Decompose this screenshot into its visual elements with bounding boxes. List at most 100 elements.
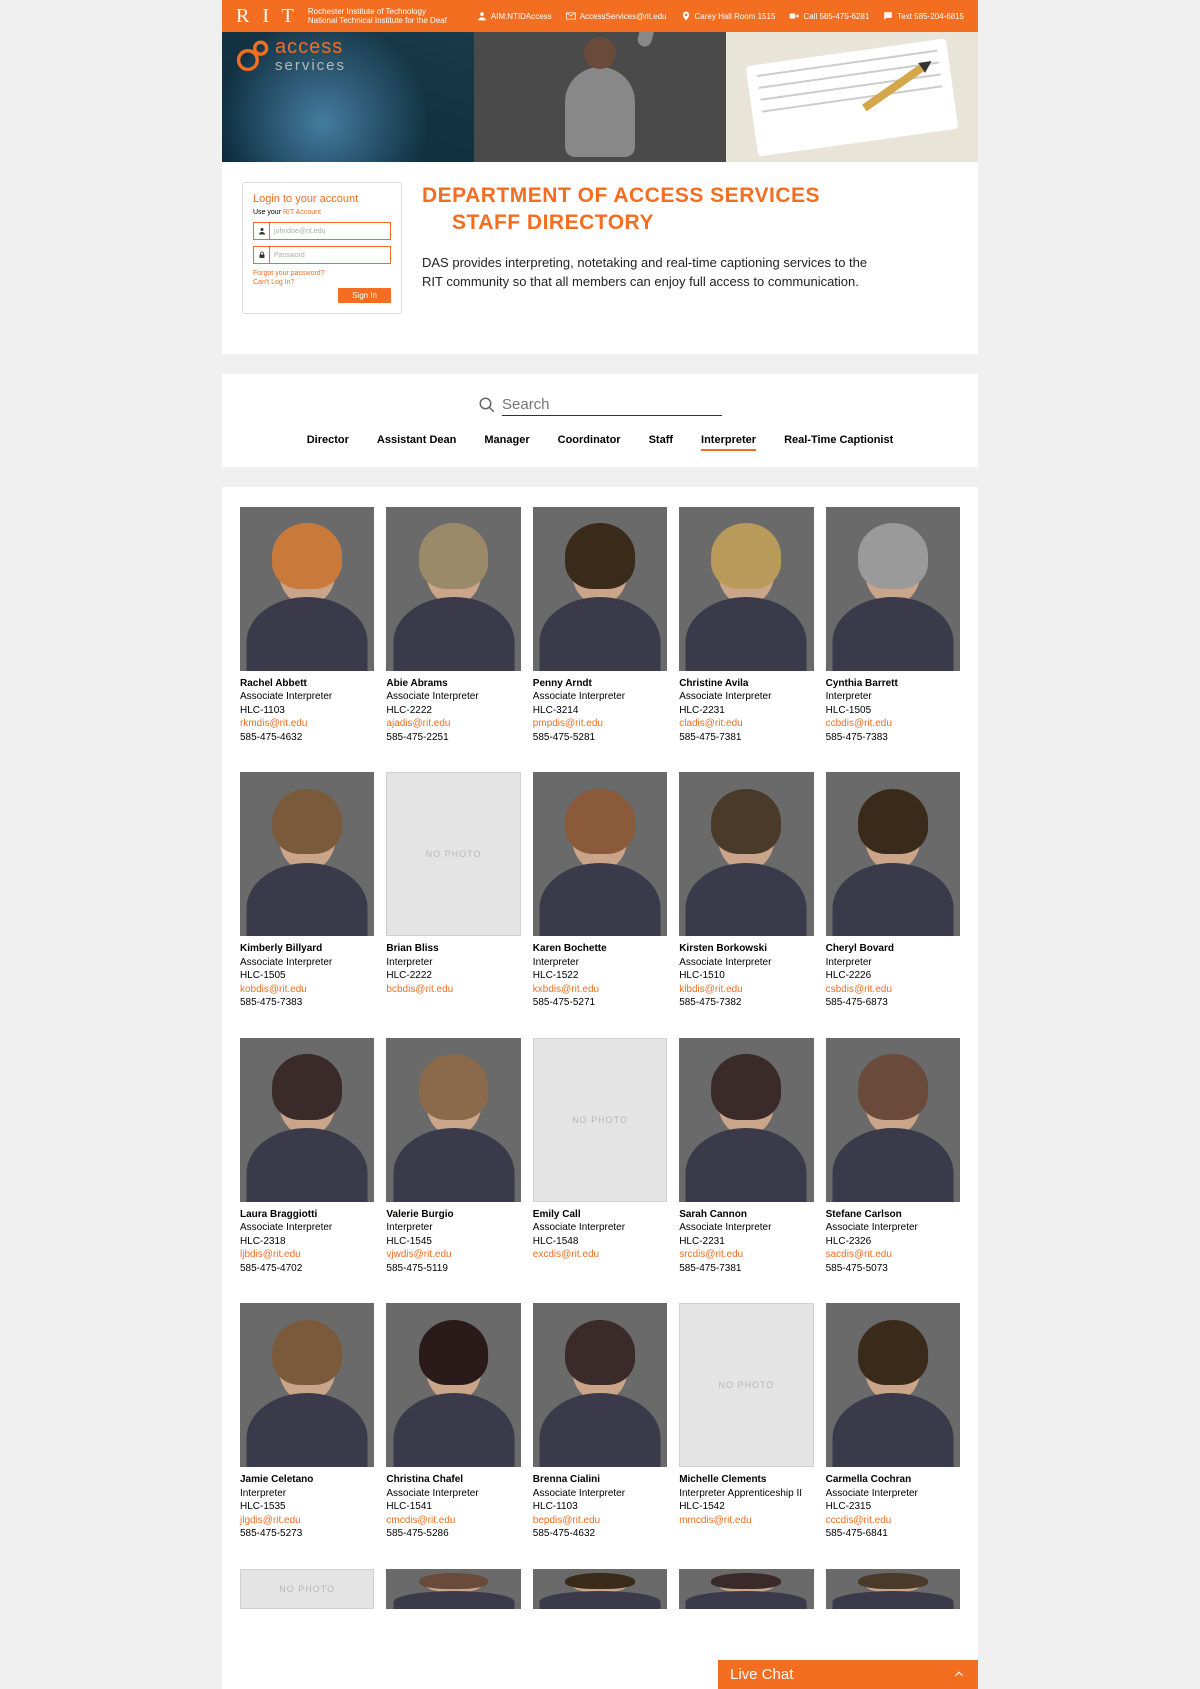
staff-email[interactable]: ccbdis@rit.edu	[826, 717, 960, 731]
staff-photo	[826, 772, 960, 936]
staff-email[interactable]: cladis@rit.edu	[679, 717, 813, 731]
staff-card: NO PHOTO	[240, 1569, 374, 1609]
staff-room: HLC-1545	[386, 1235, 520, 1249]
staff-email[interactable]: vjwdis@rit.edu	[386, 1248, 520, 1262]
staff-card: Laura BraggiottiAssociate InterpreterHLC…	[240, 1038, 374, 1275]
staff-name: Rachel Abbett	[240, 677, 374, 691]
tab-staff[interactable]: Staff	[649, 434, 673, 451]
password-input[interactable]: Password	[253, 246, 391, 264]
intro-text: DEPARTMENT OF ACCESS SERVICES STAFF DIRE…	[422, 182, 958, 314]
staff-card: Christine AvilaAssociate InterpreterHLC-…	[679, 507, 813, 744]
staff-email[interactable]: jlgdis@rit.edu	[240, 1514, 374, 1528]
rit-logo-text: R I T	[236, 5, 298, 28]
staff-phone: 585-475-5073	[826, 1262, 960, 1276]
staff-email[interactable]: bcbdis@rit.edu	[386, 983, 520, 997]
staff-room: HLC-2315	[826, 1500, 960, 1514]
staff-email[interactable]: cccdis@rit.edu	[826, 1514, 960, 1528]
person-icon	[477, 11, 487, 21]
staff-photo	[826, 507, 960, 671]
staff-phone: 585-475-5286	[386, 1527, 520, 1541]
staff-card: Cheryl BovardInterpreterHLC-2226csbdis@r…	[826, 772, 960, 1009]
staff-photo	[240, 772, 374, 936]
staff-room: HLC-1505	[826, 704, 960, 718]
tab-manager[interactable]: Manager	[484, 434, 529, 451]
search-input[interactable]	[502, 394, 722, 416]
staff-name: Karen Bochette	[533, 942, 667, 956]
tab-director[interactable]: Director	[307, 434, 349, 451]
staff-photo	[240, 507, 374, 671]
staff-room: HLC-1510	[679, 969, 813, 983]
staff-email[interactable]: srcdis@rit.edu	[679, 1248, 813, 1262]
staff-email[interactable]: rkmdis@rit.edu	[240, 717, 374, 731]
staff-email[interactable]: klbdis@rit.edu	[679, 983, 813, 997]
staff-photo	[386, 1569, 520, 1609]
staff-email[interactable]: kxbdis@rit.edu	[533, 983, 667, 997]
staff-phone: 585-475-7382	[679, 996, 813, 1010]
staff-email[interactable]: bepdis@rit.edu	[533, 1514, 667, 1528]
staff-photo	[386, 1303, 520, 1467]
staff-phone: 585-475-5281	[533, 731, 667, 745]
staff-card: Karen BochetteInterpreterHLC-1522kxbdis@…	[533, 772, 667, 1009]
login-box: Login to your account Use your RIT Accou…	[242, 182, 402, 314]
location-link[interactable]: Carey Hall Room 1515	[681, 11, 776, 21]
tab-real-time-captionist[interactable]: Real-Time Captionist	[784, 434, 893, 451]
staff-email[interactable]: cmcdis@rit.edu	[386, 1514, 520, 1528]
staff-name: Jamie Celetano	[240, 1473, 374, 1487]
tab-assistant-dean[interactable]: Assistant Dean	[377, 434, 456, 451]
staff-card	[533, 1569, 667, 1609]
staff-name: Sarah Cannon	[679, 1208, 813, 1222]
staff-title: Interpreter	[533, 956, 667, 970]
staff-room: HLC-2231	[679, 704, 813, 718]
staff-email[interactable]: excdis@rit.edu	[533, 1248, 667, 1262]
staff-phone: 585-475-5273	[240, 1527, 374, 1541]
staff-email[interactable]: ajadis@rit.edu	[386, 717, 520, 731]
staff-room: HLC-1542	[679, 1500, 813, 1514]
chat-bubble-icon	[883, 11, 893, 21]
staff-email[interactable]: csbdis@rit.edu	[826, 983, 960, 997]
no-photo-placeholder: NO PHOTO	[533, 1038, 667, 1202]
hero-image-notepad	[726, 32, 978, 162]
intro-block: Login to your account Use your RIT Accou…	[222, 162, 978, 354]
staff-name: Valerie Burgio	[386, 1208, 520, 1222]
cant-login-link[interactable]: Can't Log In?	[253, 279, 391, 286]
staff-room: HLC-1522	[533, 969, 667, 983]
staff-card: Cynthia BarrettInterpreterHLC-1505ccbdis…	[826, 507, 960, 744]
filter-tabs: Director Assistant Dean Manager Coordina…	[242, 434, 958, 451]
staff-card: Abie AbramsAssociate InterpreterHLC-2222…	[386, 507, 520, 744]
live-chat-bar[interactable]: Live Chat	[718, 1660, 978, 1689]
staff-title: Interpreter	[826, 956, 960, 970]
logo-circles-icon	[236, 38, 270, 72]
staff-email[interactable]: mmcdis@rit.edu	[679, 1514, 813, 1528]
staff-photo	[533, 1569, 667, 1609]
staff-photo	[533, 772, 667, 936]
tab-interpreter[interactable]: Interpreter	[701, 434, 756, 451]
staff-email[interactable]: kobdis@rit.edu	[240, 983, 374, 997]
staff-title: Associate Interpreter	[386, 690, 520, 704]
staff-email[interactable]: sacdis@rit.edu	[826, 1248, 960, 1262]
aim-link[interactable]: AIM:NTIDAccess	[477, 11, 552, 21]
staff-phone: 585-475-7381	[679, 731, 813, 745]
staff-email[interactable]: ljbdis@rit.edu	[240, 1248, 374, 1262]
top-links: AIM:NTIDAccess AccessServices@rit.edu Ca…	[477, 11, 964, 21]
location-pin-icon	[681, 11, 691, 21]
staff-name: Kirsten Borkowski	[679, 942, 813, 956]
staff-email[interactable]: pmpdis@rit.edu	[533, 717, 667, 731]
staff-card: Jamie CeletanoInterpreterHLC-1535jlgdis@…	[240, 1303, 374, 1540]
username-input[interactable]: johndoe@rit.edu	[253, 222, 391, 240]
staff-card	[386, 1569, 520, 1609]
staff-room: HLC-1505	[240, 969, 374, 983]
staff-room: HLC-1535	[240, 1500, 374, 1514]
call-link[interactable]: Call 585-475-6281	[789, 11, 869, 21]
tab-coordinator[interactable]: Coordinator	[558, 434, 621, 451]
forgot-password-link[interactable]: Forgot your password?	[253, 270, 391, 277]
rit-account-link[interactable]: RIT Account	[283, 209, 321, 216]
staff-room: HLC-2318	[240, 1235, 374, 1249]
staff-photo	[533, 507, 667, 671]
staff-phone: 585-475-7381	[679, 1262, 813, 1276]
email-link[interactable]: AccessServices@rit.edu	[566, 11, 667, 21]
text-link[interactable]: Text 585-204-6815	[883, 11, 964, 21]
staff-photo	[386, 507, 520, 671]
sign-in-button[interactable]: Sign In	[338, 288, 391, 303]
staff-card: Valerie BurgioInterpreterHLC-1545vjwdis@…	[386, 1038, 520, 1275]
staff-title: Interpreter	[386, 956, 520, 970]
